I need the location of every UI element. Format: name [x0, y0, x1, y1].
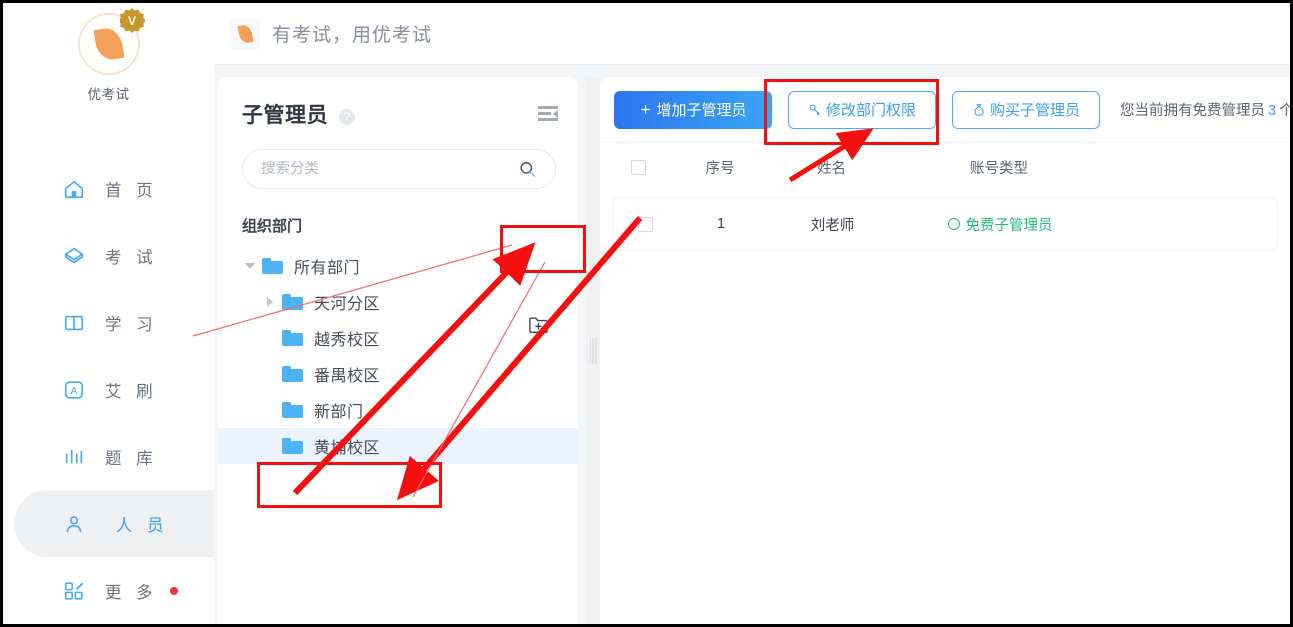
chevron-down-icon[interactable] — [242, 263, 258, 269]
tree-node-label: 所有部门 — [294, 260, 361, 277]
left-navigation: V 优考试 首 页 考 试 学 习 A 艾 刷 题 库 人 员 更 多 — [3, 3, 214, 624]
folder-icon — [282, 438, 303, 454]
cell-index: 1 — [716, 216, 726, 232]
sidebar-item-label: 人 员 — [116, 516, 169, 535]
topbar-logo — [230, 18, 260, 49]
status-badge: 免费子管理员 — [900, 214, 1100, 235]
search-icon[interactable] — [518, 160, 537, 179]
collapse-panel-icon[interactable] — [538, 106, 558, 122]
sidebar-item-more[interactable]: 更 多 — [3, 557, 214, 624]
tree-node-label: 越秀校区 — [314, 332, 381, 349]
tree-node-huangpu[interactable]: 黄埔校区 — [218, 428, 578, 464]
sub-admin-panel: 增加子管理员 修改部门权限 购买子管理员 您当前拥有免费管理员 3 个 序号 姓… — [600, 77, 1290, 624]
department-tree-panel: 子管理员 ? 组织部门 — [218, 77, 578, 624]
sidebar-menu: 首 页 考 试 学 习 A 艾 刷 题 库 人 员 更 多 — [3, 155, 214, 624]
book-icon — [63, 312, 85, 334]
folder-icon — [282, 294, 303, 310]
folder-icon — [282, 402, 303, 418]
leaf-logo-icon — [237, 23, 253, 44]
tree-node-all-departments[interactable]: 所有部门 — [218, 248, 578, 284]
circle-outline-icon — [947, 218, 960, 230]
tree-node-yuexiu[interactable]: 越秀校区 — [218, 320, 578, 356]
edit-department-permission-label: 修改部门权限 — [825, 102, 916, 119]
account-type-label: 免费子管理员 — [965, 217, 1053, 234]
exam-eraser-icon — [63, 245, 85, 267]
work-area: 子管理员 ? 组织部门 — [214, 65, 1290, 624]
folder-icon — [282, 330, 303, 346]
app-window: V 优考试 首 页 考 试 学 习 A 艾 刷 题 库 人 员 更 多 有考试，… — [3, 3, 1290, 624]
select-all-checkbox[interactable] — [630, 160, 646, 175]
panel-toolbar: 增加子管理员 修改部门权限 购买子管理员 您当前拥有免费管理员 3 个 — [600, 77, 1290, 143]
sidebar-item-label: 艾 刷 — [105, 382, 158, 401]
organization-section-label: 组织部门 — [242, 218, 303, 235]
add-sub-admin-label: 增加子管理员 — [656, 102, 747, 119]
panel-resize-handle[interactable] — [586, 77, 600, 624]
tree-panel-header: 子管理员 ? — [218, 77, 578, 129]
sidebar-item-label: 题 库 — [105, 449, 158, 468]
search-input[interactable] — [261, 161, 518, 177]
sidebar-item-home[interactable]: 首 页 — [3, 155, 214, 222]
question-mark-icon[interactable]: ? — [339, 108, 355, 125]
column-header-index: 序号 — [705, 161, 735, 177]
folder-icon — [262, 258, 283, 274]
sidebar-item-exam[interactable]: 考 试 — [3, 222, 214, 289]
free-admin-hint: 您当前拥有免费管理员3个, — [1120, 99, 1290, 120]
column-header-account-type: 账号类型 — [970, 161, 1028, 177]
notification-dot-icon — [169, 586, 178, 595]
drag-grip-icon — [589, 337, 597, 364]
column-header-name: 姓名 — [817, 161, 846, 177]
brand-name: 优考试 — [87, 87, 130, 102]
sidebar-item-study[interactable]: 学 习 — [3, 289, 214, 356]
buy-sub-admin-button[interactable]: 购买子管理员 — [952, 90, 1100, 129]
home-icon — [63, 178, 85, 200]
sidebar-item-label: 首 页 — [105, 181, 158, 200]
sidebar-item-label: 学 习 — [105, 315, 158, 334]
add-sub-admin-button[interactable]: 增加子管理员 — [614, 90, 772, 129]
tree-node-label: 黄埔校区 — [314, 440, 381, 457]
brand-block: V 优考试 — [3, 8, 214, 103]
free-admin-hint-suffix: 个, — [1279, 103, 1290, 119]
svg-text:A: A — [71, 386, 78, 397]
plus-icon — [639, 103, 652, 116]
top-bar: 有考试，用优考试 — [214, 3, 1290, 65]
department-tree: 所有部门 天河分区 越秀校区 番禺校区 新部门 黄埔校区 — [218, 248, 578, 464]
add-folder-icon[interactable] — [528, 316, 549, 334]
cell-name: 刘老师 — [810, 217, 855, 234]
grid-edit-icon — [63, 580, 85, 602]
brand-logo: V — [77, 8, 145, 75]
tree-node-label: 新部门 — [314, 404, 364, 421]
tree-node-panyu[interactable]: 番禺校区 — [218, 356, 578, 392]
buy-sub-admin-label: 购买子管理员 — [989, 102, 1080, 119]
folder-icon — [282, 366, 303, 382]
leaf-logo-icon — [92, 25, 125, 63]
table-header-row: 序号 姓名 账号类型 — [600, 143, 1290, 192]
sidebar-item-question-bank[interactable]: 题 库 — [3, 423, 214, 490]
free-admin-count: 3 — [1268, 103, 1277, 119]
edit-department-permission-button[interactable]: 修改部门权限 — [788, 90, 936, 129]
letter-a-box-icon: A — [63, 379, 85, 401]
tree-node-new-department[interactable]: 新部门 — [218, 392, 578, 428]
topbar-slogan: 有考试，用优考试 — [272, 25, 433, 46]
tree-node-tianhe[interactable]: 天河分区 — [218, 284, 578, 320]
page-title: 子管理员 — [242, 104, 328, 127]
sidebar-item-label: 更 多 — [105, 583, 158, 602]
verified-badge-icon: V — [119, 8, 145, 33]
tree-node-label: 天河分区 — [314, 296, 381, 313]
free-admin-hint-prefix: 您当前拥有免费管理员 — [1120, 103, 1265, 119]
sidebar-item-people[interactable]: 人 员 — [14, 490, 214, 557]
bar-chart-icon — [63, 446, 85, 468]
search-category-box[interactable] — [242, 149, 556, 189]
sidebar-item-label: 考 试 — [105, 248, 158, 267]
table-row[interactable]: 1 刘老师 免费子管理员 — [612, 197, 1278, 251]
cell-account-type: 免费子管理员 — [900, 214, 1100, 235]
tree-node-label: 番禺校区 — [314, 368, 381, 385]
chevron-right-icon[interactable] — [262, 297, 278, 307]
row-select-cell — [613, 216, 677, 232]
select-all-cell — [600, 160, 676, 175]
key-icon — [808, 103, 822, 117]
row-checkbox[interactable] — [637, 216, 653, 232]
money-bag-icon — [972, 103, 986, 117]
person-icon — [63, 513, 85, 535]
sidebar-item-aishua[interactable]: A 艾 刷 — [3, 356, 214, 423]
